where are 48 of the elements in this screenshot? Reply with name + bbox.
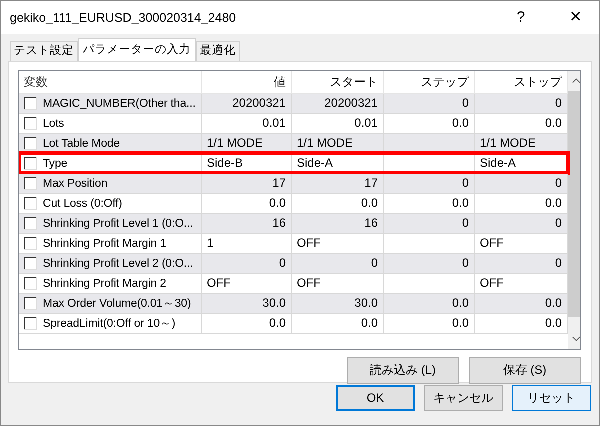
checkbox[interactable] [24,317,37,330]
checkbox[interactable] [24,117,37,130]
table-cell: 1/1 MODE [202,134,292,154]
close-button[interactable]: × [561,6,591,29]
dialog-button[interactable]: リセット [512,385,591,411]
table-cell: Cut Loss (0:Off) [43,198,122,210]
column-header[interactable]: スタート [292,71,384,94]
table-cell-text: SpreadLimit(0:Off or 10～) [43,317,176,331]
table-cell: Max Position [43,178,108,190]
column-header[interactable]: 変数 [19,71,202,94]
checkbox[interactable] [24,237,37,250]
panel-button[interactable]: 保存 (S) [469,357,581,384]
checkbox[interactable] [24,97,37,110]
column-header[interactable]: ストップ [475,71,568,94]
column-header[interactable]: 値 [202,71,292,94]
table-cell: Shrinking Profit Margin 2 [43,278,166,290]
checkbox[interactable] [24,297,37,310]
table-cell: Shrinking Profit Level 1 (0:O... [43,218,194,230]
table-cell: 1/1 MODE [292,134,384,154]
checkbox[interactable] [24,197,37,210]
column-header[interactable]: ステップ [384,71,475,94]
table-cell: Lots [43,118,64,130]
checkbox[interactable] [24,177,37,190]
dialog-button[interactable]: キャンセル [424,385,503,411]
scroll-down-icon[interactable] [572,336,580,342]
table-cell: 0.0 [292,314,384,334]
table-cell: Shrinking Profit Level 2 (0:O... [43,258,194,270]
dialog-button[interactable]: OK [336,385,415,411]
tab[interactable]: 最適化 [196,41,240,61]
checkbox[interactable] [24,157,37,170]
table-cell: MAGIC_NUMBER(Other tha... [43,98,196,110]
help-button[interactable]: ? [506,9,536,26]
checkbox[interactable] [24,137,37,150]
table-cell: Shrinking Profit Margin 1 [43,238,166,250]
tab[interactable]: パラメーターの入力 [78,38,196,61]
scrollbar[interactable] [568,71,580,349]
tab[interactable]: テスト設定 [10,41,78,61]
window-title: gekiko_111_EURUSD_300020314_2480 [10,10,238,24]
checkbox[interactable] [24,257,37,270]
table-cell-text: Max Order Volume(0.01～30) [43,297,192,311]
table-cell: Lot Table Mode [43,138,120,150]
scroll-up-icon[interactable] [572,78,580,84]
checkbox[interactable] [24,277,37,290]
table-cell: 0.0 [202,314,292,334]
table-cell: 0.0 [384,314,475,334]
checkbox[interactable] [24,217,37,230]
panel-button[interactable]: 読み込み (L) [347,357,459,384]
table-cell: Type [43,158,68,170]
